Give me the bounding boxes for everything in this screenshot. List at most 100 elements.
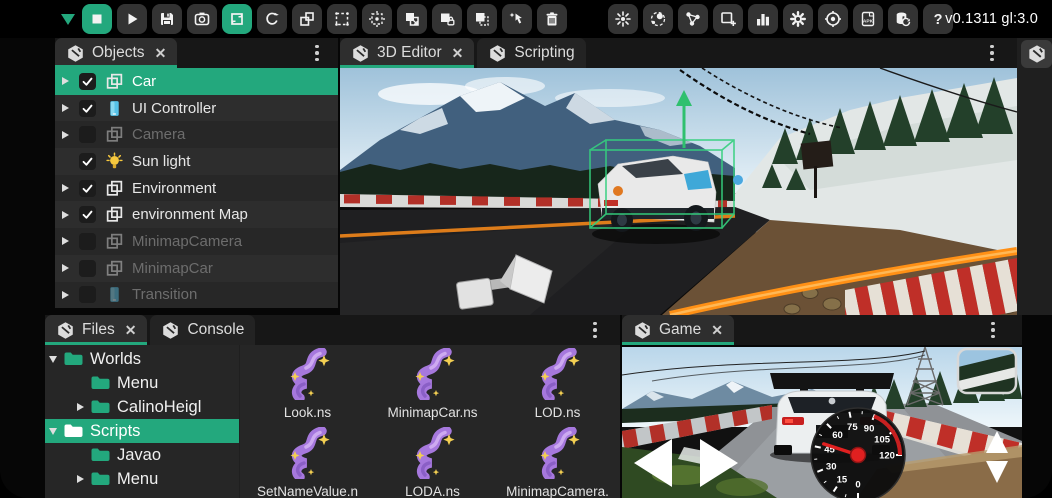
visibility-checkbox[interactable] xyxy=(79,73,96,90)
play-button[interactable] xyxy=(117,4,147,34)
expand-arrow-icon[interactable] xyxy=(72,475,88,483)
folder-row-menu[interactable]: Menu xyxy=(45,467,239,491)
folder-row-worlds[interactable]: Worlds xyxy=(45,347,239,371)
node-graph-button[interactable] xyxy=(678,4,708,34)
folder-row-calinoheigl[interactable]: CalinoHeigl xyxy=(45,395,239,419)
layer-lock-button[interactable] xyxy=(432,4,462,34)
tab-scripting[interactable]: Scripting xyxy=(477,38,585,68)
folder-row-scripts[interactable]: Scripts xyxy=(45,419,239,443)
tab-3d-editor[interactable]: 3D Editor ✕ xyxy=(340,38,474,68)
expand-arrow-icon[interactable] xyxy=(72,403,88,411)
game-panel: Game ✕ xyxy=(622,315,1022,498)
close-icon[interactable]: ✕ xyxy=(155,45,167,62)
tab-console[interactable]: Console xyxy=(150,315,255,345)
visibility-checkbox[interactable] xyxy=(79,180,96,197)
add-object-button[interactable] xyxy=(713,4,743,34)
file-item[interactable]: MinimapCar.ns xyxy=(370,348,495,427)
ui-icon xyxy=(105,285,124,304)
scene-dropdown-button[interactable] xyxy=(57,4,79,34)
pivot-tool-button[interactable] xyxy=(362,4,392,34)
database-sync-button[interactable] xyxy=(888,4,918,34)
script-file-icon xyxy=(407,427,459,484)
expand-arrow-icon[interactable] xyxy=(45,356,61,363)
file-label: Look.ns xyxy=(284,405,331,420)
settings-button[interactable] xyxy=(783,4,813,34)
objects-tabrow: Objects ✕ xyxy=(55,38,338,68)
object-row-ui-controller[interactable]: UI Controller xyxy=(55,95,338,122)
game-menu-icon[interactable] xyxy=(986,315,1000,345)
object-row-minimapcar[interactable]: MinimapCar xyxy=(55,255,338,282)
game-viewport-canvas[interactable]: 0153045607590105120 xyxy=(622,347,1022,498)
layer-duplicate-button[interactable] xyxy=(467,4,497,34)
file-item[interactable]: LODA.ns xyxy=(370,427,495,498)
files-menu-icon[interactable] xyxy=(588,315,602,345)
expand-arrow-icon[interactable] xyxy=(62,131,77,139)
visibility-checkbox[interactable] xyxy=(79,260,96,277)
game-viewport[interactable]: 0153045607590105120 xyxy=(622,347,1022,498)
folder-icon xyxy=(90,399,110,415)
object-row-minimapcamera[interactable]: MinimapCamera xyxy=(55,228,338,255)
close-icon[interactable]: ✕ xyxy=(452,45,464,62)
folder-row-menu[interactable]: Menu xyxy=(45,371,239,395)
script-file-icon xyxy=(407,348,459,405)
object-row-car[interactable]: Car xyxy=(55,68,338,95)
tab-objects[interactable]: Objects ✕ xyxy=(55,38,177,68)
object-row-transition[interactable]: Transition xyxy=(55,282,338,309)
expand-arrow-icon[interactable] xyxy=(62,77,77,85)
layer-forward-button[interactable] xyxy=(397,4,427,34)
object-row-camera[interactable]: Camera xyxy=(55,121,338,148)
prefab-icon xyxy=(105,125,124,144)
screenshot-button[interactable] xyxy=(187,4,217,34)
object-row-environment-map[interactable]: environment Map xyxy=(55,201,338,228)
editor-tabrow: 3D Editor ✕ Scripting xyxy=(340,38,1017,68)
expand-arrow-icon[interactable] xyxy=(62,211,77,219)
visibility-checkbox[interactable] xyxy=(79,100,96,117)
close-icon[interactable]: ✕ xyxy=(125,322,137,339)
expand-arrow-icon[interactable] xyxy=(62,104,77,112)
engine-logo-icon xyxy=(488,44,507,63)
object-label: Sun light xyxy=(132,153,190,170)
visibility-checkbox[interactable] xyxy=(79,286,96,303)
tab-game[interactable]: Game ✕ xyxy=(622,315,734,345)
tab-files[interactable]: Files ✕ xyxy=(45,315,147,345)
visibility-checkbox[interactable] xyxy=(79,126,96,143)
close-icon[interactable]: ✕ xyxy=(711,322,723,339)
visibility-checkbox[interactable] xyxy=(79,206,96,223)
select-tool-button[interactable] xyxy=(327,4,357,34)
rotate-tool-button[interactable] xyxy=(257,4,287,34)
move-tool-button[interactable] xyxy=(222,4,252,34)
object-row-environment[interactable]: Environment xyxy=(55,175,338,202)
file-item[interactable]: Look.ns xyxy=(245,348,370,427)
stats-button[interactable] xyxy=(748,4,778,34)
expand-arrow-icon[interactable] xyxy=(62,264,77,272)
expand-arrow-icon[interactable] xyxy=(45,428,61,435)
file-item[interactable]: SetNameValue.n xyxy=(245,427,370,498)
delete-button[interactable] xyxy=(537,4,567,34)
file-item[interactable]: LOD.ns xyxy=(495,348,620,427)
scale-tool-button[interactable] xyxy=(292,4,322,34)
touch-tool-button[interactable] xyxy=(502,4,532,34)
collapsed-panel-button[interactable] xyxy=(1021,40,1052,68)
orbit-button[interactable] xyxy=(643,4,673,34)
expand-arrow-icon[interactable] xyxy=(62,237,77,245)
editor-menu-icon[interactable] xyxy=(985,38,999,68)
apk-export-button[interactable]: APK xyxy=(853,4,883,34)
expand-arrow-icon[interactable] xyxy=(62,184,77,192)
stop-button[interactable] xyxy=(82,4,112,34)
folder-icon xyxy=(63,351,83,367)
svg-text:90: 90 xyxy=(864,424,875,435)
particles-button[interactable] xyxy=(608,4,638,34)
visibility-checkbox[interactable] xyxy=(79,233,96,250)
objects-menu-icon[interactable] xyxy=(310,38,324,68)
3d-viewport[interactable] xyxy=(340,68,1017,315)
folder-icon xyxy=(90,471,110,487)
build-settings-button[interactable] xyxy=(818,4,848,34)
file-item[interactable]: MinimapCamera. xyxy=(495,427,620,498)
object-row-sun-light[interactable]: Sun light xyxy=(55,148,338,175)
3d-viewport-canvas[interactable] xyxy=(340,68,1017,315)
object-label: MinimapCar xyxy=(132,260,213,277)
save-button[interactable] xyxy=(152,4,182,34)
visibility-checkbox[interactable] xyxy=(79,153,96,170)
expand-arrow-icon[interactable] xyxy=(62,291,77,299)
folder-row-javao[interactable]: Javao xyxy=(45,443,239,467)
